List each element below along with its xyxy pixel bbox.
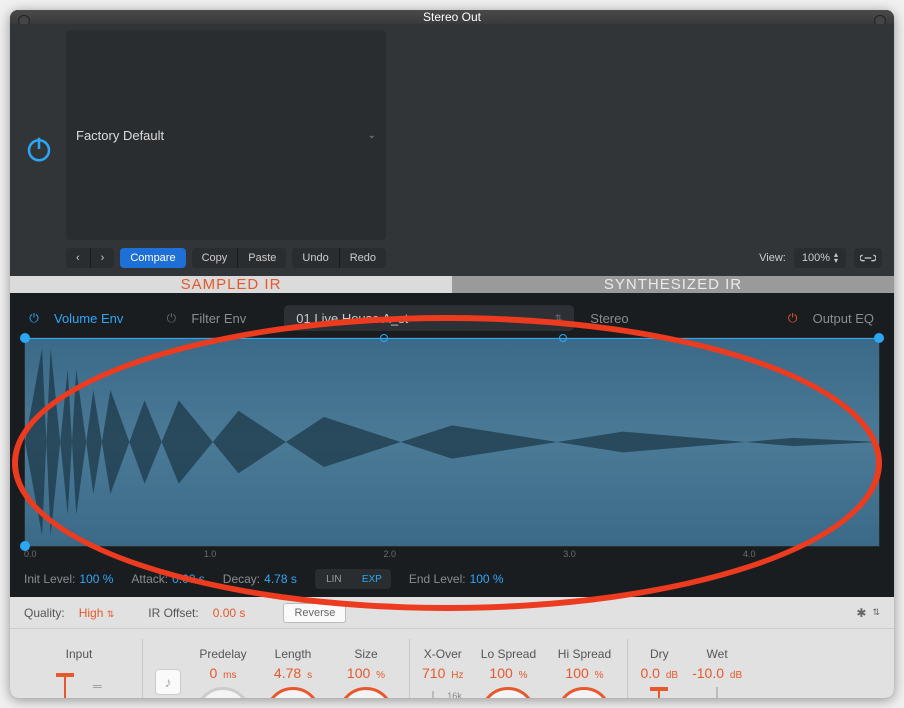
init-level-label: Init Level: <box>24 572 75 586</box>
hispread-value[interactable]: 100 <box>565 665 588 681</box>
predelay-knob[interactable] <box>195 687 251 698</box>
curve-mode-toggle: LIN EXP <box>315 569 391 589</box>
ir-file-name: 01 Live House A_st <box>296 311 408 326</box>
length-knob[interactable] <box>265 687 321 698</box>
nav-buttons: ‹ › <box>66 248 114 268</box>
output-eq-power-icon[interactable]: ⏻ <box>783 308 803 328</box>
tab-synthesized-ir[interactable]: SYNTHESIZED IR <box>452 276 894 293</box>
tab-sampled-ir[interactable]: SAMPLED IR <box>10 276 452 293</box>
wet-title: Wet <box>707 647 728 661</box>
hispread-title: Hi Spread <box>558 647 611 661</box>
ir-offset-value[interactable]: 0.00 s <box>213 606 246 620</box>
input-title: Input <box>66 647 93 661</box>
ir-file-selector[interactable]: 01 Live House A_st ⇅ <box>284 305 574 331</box>
wet-value[interactable]: -10.0 <box>692 665 724 681</box>
zoom-selector[interactable]: 100% ▴▾ <box>794 248 846 268</box>
envelope-panel: ⏻ Volume Env ⏻ Filter Env 01 Live House … <box>10 293 894 597</box>
volume-env-label[interactable]: Volume Env <box>54 311 123 326</box>
gear-icon[interactable]: ✱ <box>856 606 866 620</box>
lospread-knob[interactable] <box>480 687 536 698</box>
note-icon[interactable]: ♪ <box>155 669 181 695</box>
length-title: Length <box>275 647 312 661</box>
dry-title: Dry <box>650 647 669 661</box>
view-label: View: <box>759 252 786 264</box>
init-level-value[interactable]: 100 % <box>79 572 113 586</box>
lin-button[interactable]: LIN <box>315 569 353 589</box>
copy-button[interactable]: Copy <box>192 248 239 268</box>
dry-slider[interactable] <box>649 687 669 698</box>
quality-label: Quality: <box>24 606 65 620</box>
power-icon[interactable] <box>20 130 58 168</box>
ir-tabs: SAMPLED IR SYNTHESIZED IR <box>10 276 894 293</box>
exp-button[interactable]: EXP <box>353 569 391 589</box>
mono-icon[interactable]: ═ <box>93 679 103 693</box>
xover-slider[interactable] <box>423 691 443 698</box>
output-eq-label[interactable]: Output EQ <box>813 311 874 326</box>
preset-name: Factory Default <box>76 128 164 143</box>
axis-tick-3: 3.0 <box>563 549 576 559</box>
length-value[interactable]: 4.78 <box>274 665 301 681</box>
plugin-window: Stereo Out Factory Default ⌄ ‹ › Compare… <box>10 10 894 698</box>
stepper-icon[interactable]: ⇅ <box>872 607 880 618</box>
size-knob[interactable] <box>338 687 394 698</box>
undo-button[interactable]: Undo <box>292 248 339 268</box>
axis-tick-2: 2.0 <box>384 549 397 559</box>
window-title: Stereo Out <box>423 10 481 24</box>
next-preset-button[interactable]: › <box>91 248 115 268</box>
size-value[interactable]: 100 <box>347 665 370 681</box>
input-slider[interactable] <box>55 673 75 698</box>
stereo-label: Stereo <box>590 311 628 326</box>
reverse-button[interactable]: Reverse <box>283 603 346 623</box>
attack-value[interactable]: 0.00 s <box>172 572 205 586</box>
waveform-svg <box>25 338 879 546</box>
chevron-down-icon: ⌄ <box>368 130 376 141</box>
time-axis: 0.0 1.0 2.0 3.0 4.0 <box>24 547 880 565</box>
quality-value[interactable]: High ⇅ <box>79 606 115 620</box>
zoom-value: 100% <box>802 252 830 264</box>
hispread-knob[interactable] <box>556 687 612 698</box>
knob-row: Input ═ ≻ ✕ ♪ <box>10 629 894 698</box>
decay-label: Decay: <box>223 572 260 586</box>
controls-panel: Quality: High ⇅ IR Offset: 0.00 s Revers… <box>10 597 894 698</box>
predelay-title: Predelay <box>199 647 246 661</box>
end-level-value[interactable]: 100 % <box>470 572 504 586</box>
size-title: Size <box>354 647 377 661</box>
quality-row: Quality: High ⇅ IR Offset: 0.00 s Revers… <box>10 597 894 629</box>
end-level-label: End Level: <box>409 572 466 586</box>
paste-button[interactable]: Paste <box>238 248 286 268</box>
axis-tick-4: 4.0 <box>743 549 756 559</box>
decay-value[interactable]: 4.78 s <box>264 572 297 586</box>
redo-button[interactable]: Redo <box>340 248 386 268</box>
waveform-display[interactable] <box>24 337 880 547</box>
filter-env-power-icon[interactable]: ⏻ <box>161 308 181 328</box>
attack-label: Attack: <box>131 572 168 586</box>
wet-slider[interactable] <box>707 687 727 698</box>
preset-selector[interactable]: Factory Default ⌄ <box>66 30 386 240</box>
stepper-icon: ⇅ <box>555 313 563 324</box>
xover-title: X-Over <box>424 647 462 661</box>
lospread-value[interactable]: 100 <box>489 665 512 681</box>
link-icon[interactable] <box>854 248 882 268</box>
prev-preset-button[interactable]: ‹ <box>66 248 91 268</box>
stepper-icon: ▴▾ <box>834 252 838 264</box>
axis-tick-1: 1.0 <box>204 549 217 559</box>
compare-button[interactable]: Compare <box>120 248 185 268</box>
dry-value[interactable]: 0.0 <box>640 665 659 681</box>
window-titlebar: Stereo Out <box>10 10 894 24</box>
predelay-value[interactable]: 0 <box>209 665 217 681</box>
filter-env-label[interactable]: Filter Env <box>191 311 246 326</box>
lospread-title: Lo Spread <box>481 647 536 661</box>
xover-value[interactable]: 710 <box>422 665 445 681</box>
toolbar: Factory Default ⌄ ‹ › Compare Copy Paste… <box>10 24 894 276</box>
axis-tick-0: 0.0 <box>24 549 37 559</box>
volume-env-power-icon[interactable]: ⏻ <box>24 308 44 328</box>
ir-offset-label: IR Offset: <box>148 606 198 620</box>
